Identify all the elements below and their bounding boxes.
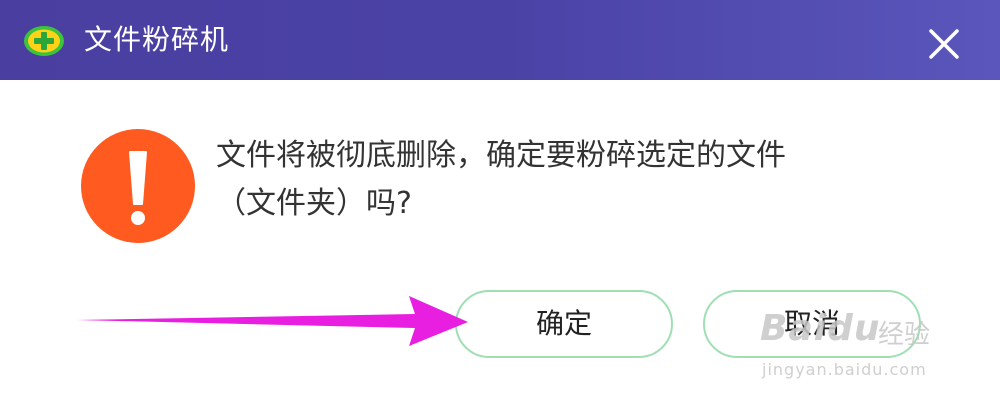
confirm-message: 文件将被彻底删除，确定要粉碎选定的文件 （文件夹）吗? [216, 132, 936, 228]
watermark: Baidu 经验 jingyan.baidu.com [760, 298, 960, 388]
360-plus-logo-icon [24, 26, 64, 56]
exclamation-warning-icon [81, 129, 195, 243]
close-icon[interactable] [922, 22, 966, 66]
message-line-2: （文件夹）吗? [216, 186, 412, 221]
shredder-confirm-dialog: 文件粉碎机 文件将被彻底删除，确定要粉碎选定的文件 （文件夹）吗? 确定 取消 … [0, 0, 1000, 406]
window-title: 文件粉碎机 [84, 23, 230, 56]
watermark-brand: Baidu [760, 308, 881, 349]
title-bar: 文件粉碎机 [0, 0, 1000, 80]
watermark-url: jingyan.baidu.com [762, 360, 927, 379]
message-line-1: 文件将被彻底删除，确定要粉碎选定的文件 [216, 138, 786, 173]
watermark-text: 经验 [878, 320, 931, 350]
confirm-button[interactable]: 确定 [455, 290, 673, 358]
arrow-right-icon [77, 296, 468, 346]
